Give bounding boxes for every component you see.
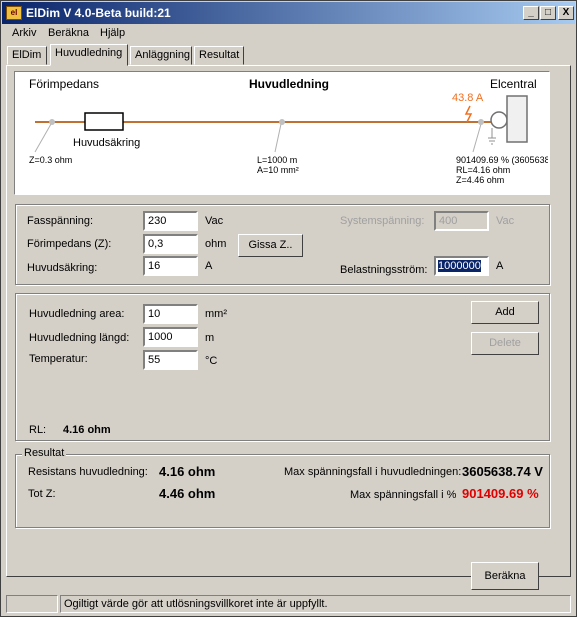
fasspanning-unit: Vac [205, 215, 224, 227]
add-button[interactable]: Add [471, 301, 539, 324]
close-button[interactable]: X [558, 6, 574, 20]
ground-icon [488, 128, 496, 145]
right-value-2: RL=4.16 ohm [456, 165, 511, 175]
fuse-symbol [84, 112, 124, 131]
elcentral-icon [506, 95, 528, 143]
gissa-z-button[interactable]: Gissa Z.. [238, 234, 303, 257]
area-unit: mm² [205, 308, 227, 320]
cable-group: Huvudledning area: 10 mm² Huvudledning l… [15, 293, 550, 441]
window-title: ElDim V 4.0-Beta build:21 [26, 6, 171, 20]
current-label: 43.8 A [452, 92, 484, 104]
rl-value: 4.16 ohm [63, 424, 111, 436]
fasspanning-label: Fasspänning: [27, 215, 94, 227]
menu-berakna[interactable]: Beräkna [48, 27, 89, 39]
temp-unit: °C [205, 355, 218, 367]
belastning-label: Belastningsström: [340, 264, 428, 276]
mid-node [279, 119, 285, 125]
totz-label: Tot Z: [28, 488, 56, 500]
left-value: Z=0.3 ohm [29, 155, 73, 165]
right-pointer [472, 123, 482, 153]
title-bar[interactable]: el ElDim V 4.0-Beta build:21 _ □ X [2, 2, 575, 24]
systemspanning-unit: Vac [496, 215, 515, 227]
totz-value: 4.46 ohm [159, 486, 216, 501]
huvudsakring-input[interactable]: 16 [143, 256, 198, 276]
supply-group: Fasspänning: 230 Vac Förimpedans (Z): 0,… [15, 204, 550, 285]
max-v-label: Max spänningsfall i huvudledningen: [284, 466, 462, 478]
resistans-label: Resistans huvudledning: [28, 466, 148, 478]
resistans-value: 4.16 ohm [159, 464, 216, 479]
delete-button[interactable]: Delete [471, 332, 539, 355]
langd-unit: m [205, 332, 215, 344]
max-pct-value: 901409.69 % [462, 486, 539, 501]
result-group: Resultat Resistans huvudledning: 4.16 oh… [15, 447, 550, 528]
fasspanning-input[interactable]: 230 [143, 211, 198, 231]
menu-arkiv[interactable]: Arkiv [12, 27, 36, 39]
max-pct-label: Max spänningsfall i % [350, 489, 457, 501]
langd-label: Huvudledning längd: [29, 332, 130, 344]
main-window: el ElDim V 4.0-Beta build:21 _ □ X Arkiv… [0, 0, 577, 617]
temp-input[interactable]: 55 [143, 350, 198, 370]
rl-label: RL: [29, 424, 47, 436]
result-legend: Resultat [22, 447, 67, 459]
circuit-diagram: Förimpedans Huvudledning Elcentral Huvud… [14, 71, 550, 195]
huvudsakring-unit: A [205, 260, 213, 272]
diagram-left-title: Förimpedans [29, 77, 100, 91]
belastning-input[interactable]: 1000000 [434, 256, 489, 276]
status-cell-left [6, 595, 58, 613]
right-value-1: 901409.69 % (3605638 [456, 155, 548, 165]
minimize-button[interactable]: _ [523, 6, 539, 20]
left-pointer [34, 123, 52, 153]
status-bar: Ogiltigt värde gör att utlösningsvillkor… [6, 595, 571, 613]
menu-bar: Arkiv Beräkna Hjälp [2, 24, 575, 43]
line-area: A=10 mm² [257, 165, 299, 175]
diagram-right-title: Elcentral [490, 77, 537, 91]
huvudsakring-label: Huvudsäkring: [27, 262, 98, 274]
berakna-button[interactable]: Beräkna [471, 562, 539, 590]
right-value-3: Z=4.46 ohm [456, 175, 505, 185]
tab-eldim[interactable]: ElDim [7, 46, 47, 65]
tab-resultat[interactable]: Resultat [194, 46, 244, 65]
meter-icon [490, 111, 508, 129]
tab-huvudledning[interactable]: Huvudledning [50, 44, 128, 66]
forimpedans-label: Förimpedans (Z): [27, 238, 112, 250]
left-node [49, 119, 55, 125]
forimpedans-input[interactable]: 0,3 [143, 234, 198, 254]
systemspanning-input[interactable]: 400 [434, 211, 489, 231]
menu-hjalp[interactable]: Hjälp [100, 27, 125, 39]
app-icon: el [6, 6, 22, 20]
area-label: Huvudledning area: [29, 308, 125, 320]
tab-anlaggning[interactable]: Anläggning [130, 46, 192, 65]
max-v-value: 3605638.74 V [462, 464, 543, 479]
mid-pointer [274, 123, 282, 153]
right-node [478, 119, 484, 125]
fuse-label: Huvudsäkring [73, 137, 141, 149]
maximize-button[interactable]: □ [540, 6, 556, 20]
line-length: L=1000 m [257, 155, 298, 165]
belastning-selected-text: 1000000 [438, 260, 481, 272]
belastning-unit: A [496, 260, 504, 272]
diagram-center-title: Huvudledning [249, 77, 329, 91]
area-input[interactable]: 10 [143, 304, 198, 324]
langd-input[interactable]: 1000 [143, 327, 198, 347]
current-arrow-icon [464, 105, 473, 123]
status-message: Ogiltigt värde gör att utlösningsvillkor… [60, 595, 571, 613]
systemspanning-label: Systemspänning: [340, 215, 425, 227]
forimpedans-unit: ohm [205, 238, 227, 250]
temp-label: Temperatur: [29, 353, 88, 365]
